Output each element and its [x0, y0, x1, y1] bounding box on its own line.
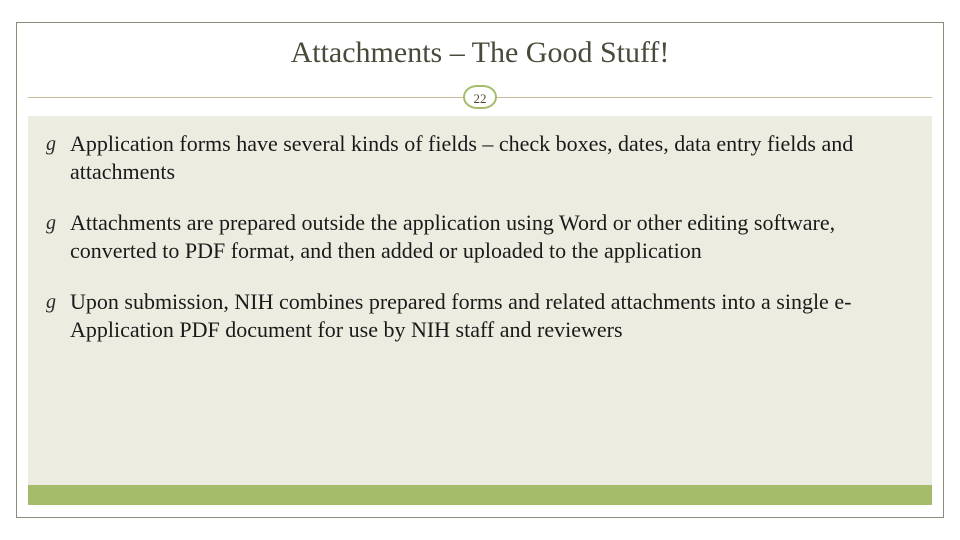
list-item: g Upon submission, NIH combines prepared… — [46, 288, 908, 343]
bullet-list: g Application forms have several kinds o… — [46, 130, 908, 343]
slide: Attachments – The Good Stuff! 22 g Appli… — [0, 0, 960, 540]
bullet-text: Attachments are prepared outside the app… — [70, 210, 835, 263]
list-item: g Attachments are prepared outside the a… — [46, 209, 908, 264]
bullet-icon: g — [46, 132, 56, 157]
bullet-icon: g — [46, 211, 56, 236]
bullet-text: Upon submission, NIH combines prepared f… — [70, 289, 851, 342]
bullet-text: Application forms have several kinds of … — [70, 131, 853, 184]
accent-bar — [28, 485, 932, 505]
page-number-badge: 22 — [463, 85, 497, 109]
content-panel: g Application forms have several kinds o… — [28, 116, 932, 485]
list-item: g Application forms have several kinds o… — [46, 130, 908, 185]
slide-title: Attachments – The Good Stuff! — [0, 36, 960, 70]
bullet-icon: g — [46, 290, 56, 315]
